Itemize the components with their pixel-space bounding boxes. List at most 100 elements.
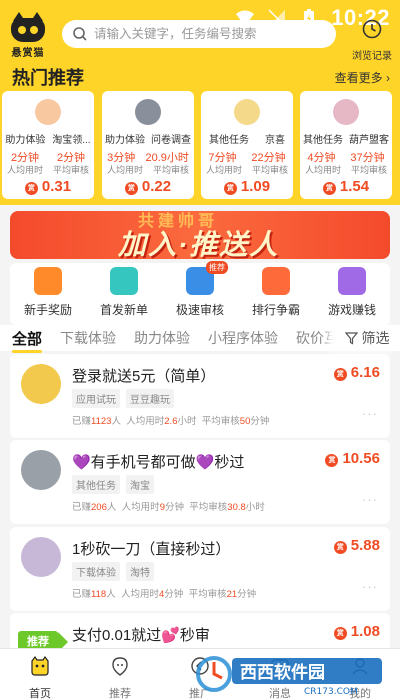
hot-card-avatar: [333, 99, 359, 125]
shortcut-label: 排行争霸: [251, 303, 300, 317]
hot-card-category: 助力体验: [105, 135, 145, 146]
task-card[interactable]: 推荐 支付0.01就过💕秒审 赏 1.08: [10, 613, 390, 648]
gift-icon: [34, 267, 62, 295]
search-input[interactable]: [94, 27, 336, 41]
history-label: 浏览记录: [352, 51, 392, 62]
hot-card-category: 助力体验: [5, 135, 46, 146]
shortcut-label: 游戏赚钱: [327, 303, 376, 317]
promo-banner[interactable]: 共建帅哥 加入·推送人: [10, 211, 390, 259]
task-title: 1秒砍一刀（直接秒过）: [72, 541, 231, 558]
hot-card-subcategory: 淘宝领...: [52, 135, 91, 146]
shortcut-new-orders[interactable]: 首发新单: [86, 263, 162, 325]
avg-time-label: 人均用时: [205, 165, 242, 175]
more-options-icon[interactable]: ···: [362, 579, 378, 594]
task-card[interactable]: 1秒砍一刀（直接秒过） 下载体验 淘特 已赚118人 人均用时4分钟 平均审核2…: [10, 527, 390, 611]
avg-time-label: 人均用时: [304, 165, 341, 175]
watermark-text: 西西软件园: [240, 662, 325, 683]
more-options-icon[interactable]: ···: [362, 492, 378, 507]
avg-review-label: 平均审核: [52, 165, 89, 175]
category-tabs: 全部 下载体验 助力体验 小程序体验 砍价互帮 筛选: [0, 325, 400, 353]
reward-coin-icon: 赏: [325, 454, 339, 467]
gamepad-icon: [338, 267, 366, 295]
avg-review-label: 平均审核: [251, 165, 288, 175]
task-card[interactable]: 登录就送5元（简单） 应用试玩 豆豆趣玩 已赚1123人 人均用时2.6小时 平…: [10, 354, 390, 438]
task-stats: 已赚1123人 人均用时2.6小时 平均审核50分钟: [72, 416, 270, 427]
shortcut-ranking[interactable]: 排行争霸: [238, 263, 314, 325]
task-card[interactable]: 💜有手机号都可做💜秒过 其他任务 淘宝 已赚206人 人均用时9分钟 平均审核3…: [10, 440, 390, 524]
task-tag: 淘特: [126, 562, 154, 581]
shortcut-label: 首发新单: [99, 303, 148, 317]
reward-coin-icon: 赏: [124, 182, 138, 195]
filter-button[interactable]: 筛选: [334, 325, 400, 351]
clock-icon: [362, 19, 382, 39]
tab-assist[interactable]: 助力体验: [134, 328, 190, 348]
hot-card[interactable]: 其他任务 京喜 7分钟 22分钟 人均用时 平均审核 赏 1.09: [201, 91, 293, 199]
recommend-badge: 推荐: [206, 261, 228, 274]
reward-coin-icon: 赏: [24, 182, 38, 195]
task-avatar: [21, 364, 61, 404]
shortcut-game-earn[interactable]: 游戏赚钱: [314, 263, 390, 325]
banner-main-text: 加入·推送人: [118, 229, 280, 259]
reward-coin-icon: 赏: [333, 541, 347, 554]
hot-card-subcategory: 京喜: [265, 135, 285, 146]
task-avatar: [21, 450, 61, 490]
nav-recommend[interactable]: 推荐: [80, 649, 160, 700]
shortcut-fast-review[interactable]: 推荐 极速审核: [162, 261, 238, 325]
shortcut-newbie-reward[interactable]: 新手奖励: [10, 263, 86, 325]
shortcut-label: 极速审核: [175, 303, 224, 317]
task-stats: 已赚118人 人均用时4分钟 平均审核21分钟: [72, 589, 257, 600]
avg-review-label: 平均审核: [350, 165, 387, 175]
reward-coin-icon: 赏: [333, 368, 347, 381]
hot-section-header: 热门推荐 查看更多 ›: [12, 64, 390, 90]
hot-card-subcategory: 葫芦盟客: [349, 135, 389, 146]
search-icon: [73, 27, 87, 41]
tab-all[interactable]: 全部: [12, 328, 43, 353]
hot-card-subcategory: 问卷调查: [151, 135, 191, 146]
hot-card-category: 其他任务: [303, 135, 343, 146]
watermark-logo: 西西软件园 CR173.COM: [196, 656, 382, 696]
tab-miniprogram[interactable]: 小程序体验: [208, 328, 278, 348]
task-tag: 应用试玩: [72, 389, 120, 408]
filter-icon: [344, 331, 358, 344]
hot-card[interactable]: 助力体验 淘宝领... 2分钟 2分钟 人均用时 平均审核 赏 0.31: [2, 91, 94, 199]
task-title: 登录就送5元（简单）: [72, 368, 216, 385]
hot-card[interactable]: 助力体验 问卷调查 3分钟 20.9小时 人均用时 平均审核 赏 0.22: [102, 91, 194, 199]
hot-card-avatar: [35, 99, 61, 125]
hot-card-category: 其他任务: [209, 135, 249, 146]
search-bar[interactable]: [62, 20, 336, 48]
nav-home[interactable]: 首页: [0, 649, 80, 700]
reward-coin-icon: 赏: [333, 627, 347, 640]
reward-coin-icon: 赏: [223, 182, 237, 195]
task-stats: 已赚206人 人均用时9分钟 平均审核30.8小时: [72, 502, 265, 513]
tab-download[interactable]: 下载体验: [60, 328, 116, 348]
hot-section-title: 热门推荐: [12, 68, 84, 88]
reward-coin-icon: 赏: [322, 182, 336, 195]
task-price: 1.08: [350, 623, 380, 640]
task-title: 支付0.01就过💕秒审: [72, 627, 210, 644]
watermark-sub: CR173.COM: [304, 687, 358, 696]
hot-card-price: 1.54: [339, 178, 370, 195]
avg-time-label: 人均用时: [6, 165, 43, 175]
history-button[interactable]: 浏览记录: [348, 18, 396, 62]
task-price: 5.88: [350, 537, 380, 554]
logo-text: 悬赏猫: [11, 48, 45, 59]
nav-label: 首页: [29, 688, 51, 700]
task-tag: 其他任务: [72, 475, 120, 494]
avg-review-label: 平均审核: [152, 165, 189, 175]
recommend-tag: 推荐: [18, 631, 68, 648]
task-list: 登录就送5元（简单） 应用试玩 豆豆趣玩 已赚1123人 人均用时2.6小时 平…: [0, 351, 400, 648]
shortcut-label: 新手奖励: [23, 303, 72, 317]
hot-card-price: 1.09: [240, 178, 271, 195]
nav-label: 推荐: [109, 688, 131, 700]
task-title: 💜有手机号都可做💜秒过: [72, 454, 245, 471]
more-options-icon[interactable]: ···: [362, 406, 378, 421]
cat-home-icon: [31, 655, 49, 676]
hot-cards: 助力体验 淘宝领... 2分钟 2分钟 人均用时 平均审核 赏 0.31 助力体验 问卷调…: [0, 91, 400, 203]
hot-card[interactable]: 其他任务 葫芦盟客 4分钟 37分钟 人均用时 平均审核 赏 1.54: [300, 91, 392, 199]
task-price: 6.16: [350, 364, 380, 381]
view-more-link[interactable]: 查看更多 ›: [335, 69, 390, 86]
task-tag: 下载体验: [72, 562, 120, 581]
task-price: 10.56: [342, 450, 380, 467]
app-logo[interactable]: 悬赏猫: [8, 12, 48, 59]
task-avatar: [21, 537, 61, 577]
